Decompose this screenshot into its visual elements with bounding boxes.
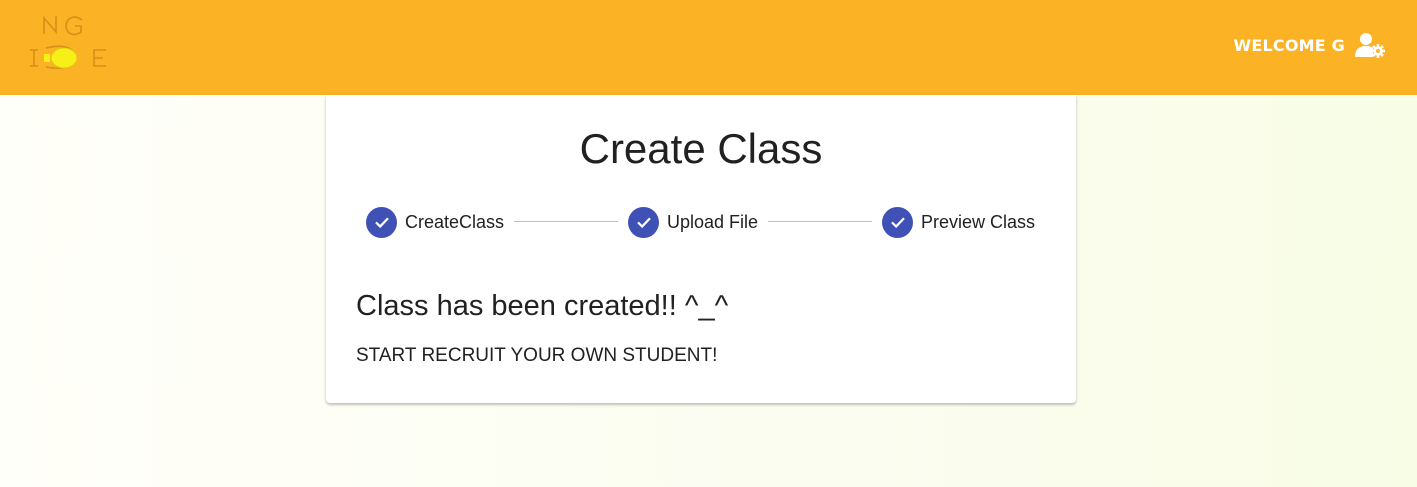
- step-preview-class[interactable]: Preview Class: [882, 206, 1035, 238]
- ngide-logo[interactable]: [24, 12, 116, 74]
- create-class-card: Create Class CreateClass Upload File Pre…: [326, 95, 1076, 403]
- step-upload-file[interactable]: Upload File: [628, 206, 758, 238]
- step-createclass[interactable]: CreateClass: [366, 206, 504, 238]
- check-icon: [882, 206, 913, 238]
- welcome-label: WELCOME G: [1233, 35, 1345, 55]
- welcome-area: WELCOME G: [1234, 32, 1385, 58]
- step-label: Preview Class: [921, 211, 1036, 232]
- success-message: Class has been created!! ^_^: [356, 290, 729, 322]
- step-label: Upload File: [667, 211, 759, 232]
- stepper: CreateClass Upload File Preview Class: [366, 206, 1036, 238]
- top-app-bar: WELCOME G: [0, 0, 1417, 95]
- step-connector: [514, 221, 618, 222]
- success-subtitle: START RECRUIT YOUR OWN STUDENT!: [356, 345, 718, 366]
- check-icon: [628, 206, 659, 238]
- step-label: CreateClass: [405, 211, 505, 232]
- step-connector: [768, 221, 872, 222]
- check-icon: [366, 206, 397, 238]
- user-settings-icon[interactable]: [1355, 32, 1385, 58]
- page-title: Create Class: [579, 125, 823, 172]
